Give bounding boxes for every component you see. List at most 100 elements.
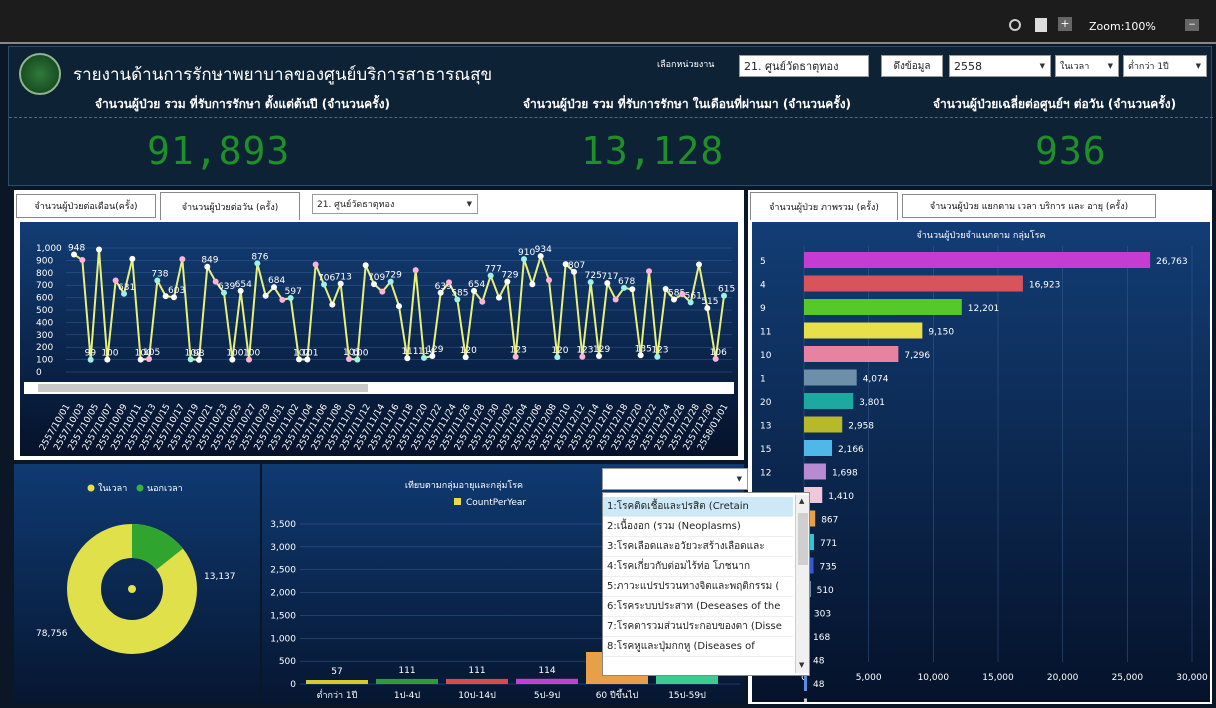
bar-value-label: 111 — [468, 666, 485, 676]
zoom-in-icon[interactable] — [1009, 19, 1021, 31]
data-label: 100 — [101, 349, 118, 359]
dropdown-item[interactable]: 3:โรคเลือดและอวัยวะสร้างเลือดและ — [603, 537, 793, 557]
data-label: 100 — [243, 349, 260, 359]
data-label: 717 — [601, 272, 618, 282]
data-point — [79, 257, 86, 264]
bar — [804, 440, 833, 456]
data-label: 631 — [118, 283, 135, 293]
dropdown-item[interactable]: 4:โรคเกี่ยวกับต่อมไร้ท่อ โภชนาก — [603, 557, 793, 577]
data-point — [262, 292, 269, 299]
chevron-down-icon: ▼ — [1039, 62, 1045, 70]
bar-value-label: 1,698 — [832, 469, 858, 479]
data-label: 123 — [651, 346, 668, 356]
data-label: 98 — [193, 349, 205, 359]
y-tick-label: 0 — [36, 368, 42, 378]
kpi-value-month: 13,128 — [581, 129, 725, 173]
data-label: 729 — [501, 271, 518, 281]
dropdown-scrollbar[interactable]: ▲ ▼ — [795, 495, 809, 673]
bar-value-label: 57 — [331, 667, 342, 677]
data-point — [479, 298, 486, 305]
data-label: 101 — [301, 348, 318, 358]
kpi-label-ytd: จำนวนผู้ป่วย รวม ที่รับการรักษา ตั้งแต่ต… — [95, 97, 390, 111]
minimize-icon[interactable]: − — [1185, 19, 1199, 31]
disease-group-select[interactable]: ▼ — [602, 468, 748, 490]
data-label: 603 — [168, 286, 185, 296]
disease-group-dropdown[interactable]: 1:โรคติดเชื้อและปรสิต (Cretain 2:เนื้องอก… — [602, 492, 810, 676]
legend-in: ในเวลา — [98, 483, 127, 494]
data-point — [362, 262, 369, 269]
unit-select[interactable]: 21. ศูนย์วัดธาตุทอง — [739, 55, 869, 77]
data-point — [612, 296, 619, 303]
line-chart-area: 0 100 200 300 400 500 600 700 800 900 1,000 948 99 10… — [20, 222, 738, 456]
chevron-down-icon: ▼ — [1195, 62, 1201, 70]
dropdown-item[interactable]: 2:เนื้องอก (รวม (Neoplasms) — [603, 517, 793, 537]
data-label: 100 — [226, 349, 243, 359]
scroll-down-icon[interactable]: ▼ — [799, 661, 804, 669]
y-tick-label: 15 — [760, 445, 771, 455]
tab-overall[interactable]: จำนวนผู้ป่วย ภาพรวม (ครั้ง) — [750, 192, 898, 220]
zoom-label: Zoom:100% — [1089, 20, 1156, 33]
dropdown-item[interactable]: 1:โรคติดเชื้อและปรสิต (Cretain — [603, 497, 793, 517]
plus-icon[interactable]: + — [1058, 17, 1072, 31]
year-value: 2558 — [954, 59, 982, 73]
page-title: รายงานด้านการรักษาพยาบาลของศูนย์บริการสา… — [73, 65, 493, 85]
data-label: 597 — [285, 287, 302, 297]
disease-bar-panel: จำนวนผู้ป่วย ภาพรวม (ครั้ง) จำนวนผู้ป่วย… — [748, 190, 1212, 708]
data-label: 129 — [593, 345, 610, 355]
data-label: 876 — [251, 252, 268, 262]
y-tick-label: 100 — [36, 356, 53, 366]
time-value: ในเวลา — [1060, 62, 1090, 72]
year-select[interactable]: 2558 ▼ — [949, 55, 1051, 77]
data-label: 639 — [218, 282, 235, 292]
bar-value-label: 9,150 — [928, 328, 954, 338]
y-tick-label: 900 — [36, 256, 53, 266]
data-label: 910 — [518, 248, 535, 258]
age-select[interactable]: ต่ำกว่า 1ปี ▼ — [1123, 55, 1207, 77]
layout-icon[interactable] — [1035, 18, 1047, 32]
bar — [446, 678, 508, 684]
bar — [804, 675, 807, 691]
x-tick-label: 15,000 — [982, 673, 1014, 683]
divider — [9, 117, 1213, 118]
data-label: 713 — [335, 273, 352, 283]
tab-daily[interactable]: จำนวนผู้ป่วยต่อวัน (ครั้ง) — [160, 192, 300, 220]
y-tick-label: 13 — [760, 422, 771, 432]
x-tick-label: 10ป-14ป — [458, 691, 496, 701]
bar-value-label: 26,763 — [1156, 257, 1188, 267]
data-label: 725 — [585, 271, 602, 281]
y-tick-label: 9 — [760, 304, 766, 314]
bar — [804, 346, 899, 362]
y-tick-label: 400 — [36, 318, 53, 328]
y-tick-label: 600 — [36, 294, 53, 304]
dropdown-item[interactable]: 6:โรคระบบประสาท (Deseases of the — [603, 597, 793, 617]
top-toolbar: + Zoom:100% − — [0, 0, 1216, 44]
dropdown-item[interactable]: 7:โรคตารวมส่วนประกอบของตา (Disse — [603, 617, 793, 637]
center-select[interactable]: 21. ศูนย์วัดธาตุทอง ▼ — [312, 194, 478, 214]
dropdown-item[interactable]: 5:ภาวะแปรปรวนทางจิตและพฤติกรรม ( — [603, 577, 793, 597]
bar-value-label: 771 — [820, 539, 837, 549]
y-tick-label: 500 — [279, 657, 296, 667]
tab-monthly[interactable]: จำนวนผู้ป่วยต่อเดือน(ครั้ง) — [16, 194, 156, 218]
x-tick-label: 5,000 — [856, 673, 882, 683]
y-tick-label: 3,000 — [270, 543, 296, 553]
dropdown-item[interactable]: 8:โรคหูและปุ่มกกหู (Diseases of — [603, 637, 793, 657]
data-point — [279, 296, 286, 303]
legend-dot-in — [128, 585, 136, 593]
bar-value-label: 12,201 — [968, 304, 1000, 314]
y-tick-label: 200 — [36, 343, 53, 353]
fetch-button[interactable]: ดึงข้อมูล — [881, 55, 943, 77]
daily-line-panel: จำนวนผู้ป่วยต่อเดือน(ครั้ง) จำนวนผู้ป่วย… — [14, 190, 744, 460]
bar-value-label: 303 — [814, 610, 831, 620]
y-tick-label: 500 — [36, 306, 53, 316]
slice-label-out: 13,137 — [204, 572, 236, 582]
time-select[interactable]: ในเวลา ▼ — [1055, 55, 1119, 77]
y-tick-label: 1 — [760, 375, 766, 385]
data-label: 709 — [368, 273, 385, 283]
scroll-up-icon[interactable]: ▲ — [799, 497, 804, 505]
data-label: 105 — [143, 348, 160, 358]
tab-by-time-age[interactable]: จำนวนผู้ป่วย แยกตาม เวลา บริการ และ อายุ… — [902, 194, 1156, 218]
scrollbar-thumb[interactable] — [798, 513, 808, 565]
bar-value-label: 48 — [813, 657, 825, 667]
data-label: 777 — [485, 265, 502, 275]
bar — [306, 680, 368, 684]
